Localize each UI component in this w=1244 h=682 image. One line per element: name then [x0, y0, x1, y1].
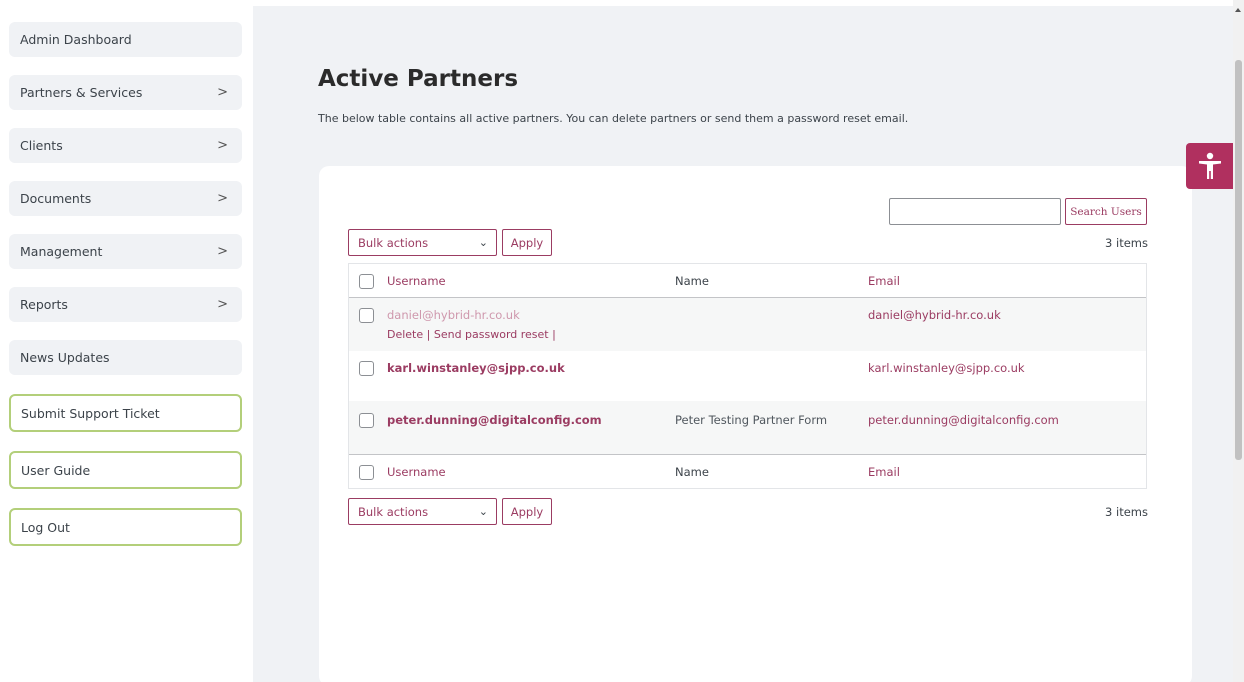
- apply-button-top[interactable]: Apply: [502, 229, 552, 256]
- sidebar-item-label: Clients: [20, 138, 63, 153]
- column-header-username[interactable]: Username: [387, 274, 446, 288]
- name-cell: Peter Testing Partner Form: [675, 413, 828, 427]
- bulk-actions-label: Bulk actions: [358, 504, 429, 519]
- chevron-right-icon: >: [217, 297, 228, 312]
- chevron-down-icon: ⌄: [478, 236, 488, 249]
- select-all-checkbox[interactable]: [359, 274, 374, 289]
- sidebar-item-label: Management: [20, 244, 103, 259]
- sidebar-action-label: User Guide: [21, 462, 91, 478]
- log-out-button[interactable]: Log Out: [9, 508, 242, 546]
- accessibility-icon: [1198, 152, 1221, 179]
- table-footer: Username Name Email: [349, 454, 1146, 488]
- submit-support-ticket-button[interactable]: Submit Support Ticket: [9, 394, 242, 432]
- column-header-name: Name: [675, 274, 709, 288]
- page-description: The below table contains all active part…: [318, 112, 909, 125]
- sidebar-action-label: Submit Support Ticket: [21, 405, 160, 421]
- user-guide-button[interactable]: User Guide: [9, 451, 242, 489]
- page-scrollbar[interactable]: [1233, 0, 1244, 682]
- table-row: daniel@hybrid-hr.co.uk Delete | Send pas…: [349, 298, 1146, 351]
- table-row: karl.winstanley@sjpp.co.uk karl.winstanl…: [349, 351, 1146, 401]
- sidebar-item-label: Documents: [20, 191, 92, 206]
- sidebar: Admin Dashboard Partners & Services > Cl…: [0, 0, 253, 682]
- items-count-bottom: 3 items: [1105, 505, 1148, 519]
- sidebar-item-news-updates[interactable]: News Updates: [9, 340, 242, 375]
- row-checkbox[interactable]: [359, 361, 374, 376]
- sidebar-item-label: Partners & Services: [20, 85, 143, 100]
- chevron-right-icon: >: [217, 85, 228, 100]
- top-divider: [253, 0, 1233, 6]
- chevron-down-icon: ⌄: [478, 505, 488, 518]
- table-header: Username Name Email: [349, 264, 1146, 298]
- sidebar-item-admin-dashboard[interactable]: Admin Dashboard: [9, 22, 242, 57]
- bulk-actions-select-bottom[interactable]: Bulk actions ⌄: [348, 498, 497, 525]
- username-link[interactable]: daniel@hybrid-hr.co.uk: [387, 308, 520, 322]
- select-all-checkbox-footer[interactable]: [359, 465, 374, 480]
- chevron-right-icon: >: [217, 191, 228, 206]
- sidebar-item-label: News Updates: [20, 350, 110, 365]
- row-checkbox[interactable]: [359, 413, 374, 428]
- email-link[interactable]: peter.dunning@digitalconfig.com: [868, 413, 1059, 427]
- row-actions[interactable]: Delete | Send password reset |: [387, 328, 556, 341]
- sidebar-item-management[interactable]: Management >: [9, 234, 242, 269]
- search-users-button[interactable]: Search Users: [1065, 198, 1147, 225]
- scroll-up-arrow-icon[interactable]: [1235, 8, 1241, 12]
- sidebar-action-label: Log Out: [21, 519, 70, 535]
- column-footer-email[interactable]: Email: [868, 465, 900, 479]
- sidebar-item-partners-services[interactable]: Partners & Services >: [9, 75, 242, 110]
- accessibility-button[interactable]: [1186, 143, 1233, 189]
- sidebar-item-label: Admin Dashboard: [20, 32, 132, 47]
- column-footer-name: Name: [675, 465, 709, 479]
- page-title: Active Partners: [318, 66, 519, 92]
- email-link[interactable]: daniel@hybrid-hr.co.uk: [868, 308, 1001, 322]
- username-link[interactable]: peter.dunning@digitalconfig.com: [387, 413, 602, 427]
- apply-button-bottom[interactable]: Apply: [502, 498, 552, 525]
- items-count-top: 3 items: [1105, 236, 1148, 250]
- column-header-email[interactable]: Email: [868, 274, 900, 288]
- sidebar-item-label: Reports: [20, 297, 68, 312]
- bulk-actions-select-top[interactable]: Bulk actions ⌄: [348, 229, 497, 256]
- search-input[interactable]: [889, 198, 1061, 225]
- chevron-right-icon: >: [217, 138, 228, 153]
- username-link[interactable]: karl.winstanley@sjpp.co.uk: [387, 361, 565, 375]
- email-link[interactable]: karl.winstanley@sjpp.co.uk: [868, 361, 1025, 375]
- row-checkbox[interactable]: [359, 308, 374, 323]
- column-footer-username[interactable]: Username: [387, 465, 446, 479]
- partners-table: Username Name Email daniel@hybrid-hr.co.…: [348, 263, 1147, 489]
- table-row: peter.dunning@digitalconfig.com Peter Te…: [349, 401, 1146, 454]
- bulk-actions-label: Bulk actions: [358, 235, 429, 250]
- sidebar-item-documents[interactable]: Documents >: [9, 181, 242, 216]
- chevron-right-icon: >: [217, 244, 228, 259]
- sidebar-item-reports[interactable]: Reports >: [9, 287, 242, 322]
- scroll-thumb[interactable]: [1235, 60, 1242, 460]
- sidebar-item-clients[interactable]: Clients >: [9, 128, 242, 163]
